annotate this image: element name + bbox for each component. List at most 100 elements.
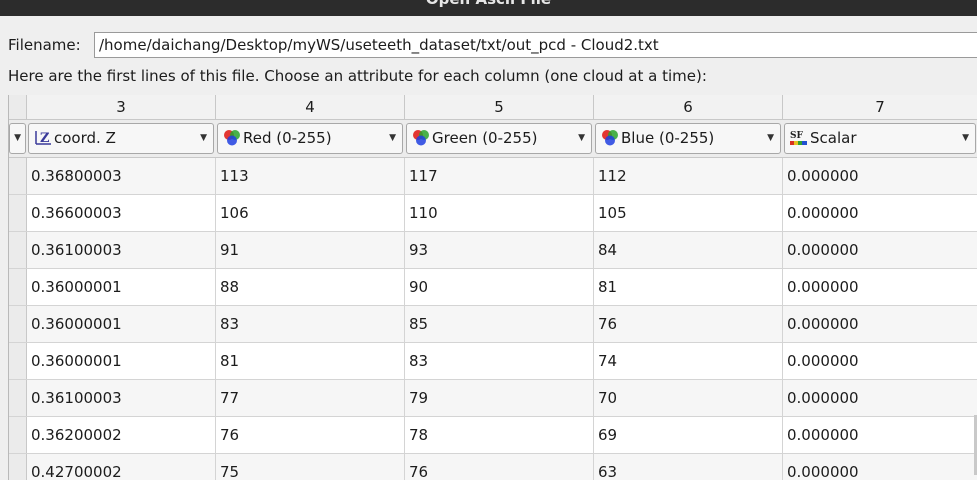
filename-field[interactable]: /home/daichang/Desktop/myWS/useteeth_dat… (94, 32, 977, 58)
table-cell: 70 (594, 380, 783, 416)
column-number-header: 34567 (9, 95, 977, 120)
table-cell: 76 (594, 306, 783, 342)
row-header (9, 417, 27, 453)
table-cell: 84 (594, 232, 783, 268)
table-cell: 90 (405, 269, 594, 305)
table-cell: 0.000000 (783, 417, 977, 453)
table-row: 0.36100003 91 93 84 0.000000 (9, 232, 977, 269)
table-cell: 0.42700002 (27, 454, 216, 480)
preview-table[interactable]: 34567 ▼ Zcoord. Z ▼ Red (0-255) ▼ Green (0-25… (8, 95, 977, 480)
svg-text:Z: Z (40, 131, 50, 146)
column-type-label: Red (0-255) (243, 129, 332, 147)
column-type-label: Scalar (810, 129, 857, 147)
table-cell: 0.36800003 (27, 158, 216, 194)
table-cell: 0.000000 (783, 343, 977, 379)
table-cell: 0.36000001 (27, 343, 216, 379)
table-cell: 88 (216, 269, 405, 305)
column-type-label: Green (0-255) (432, 129, 538, 147)
table-row: 0.36100003 77 79 70 0.000000 (9, 380, 977, 417)
column-type-select[interactable]: Red (0-255) ▼ (217, 123, 403, 154)
table-cell: 113 (216, 158, 405, 194)
column-type-select[interactable]: Green (0-255) ▼ (406, 123, 592, 154)
filename-label: Filename: (8, 36, 81, 54)
column-type-row: ▼ Zcoord. Z ▼ Red (0-255) ▼ Green (0-255) ▼ Blu… (9, 120, 977, 158)
column-type-select[interactable]: Blue (0-255) ▼ (595, 123, 781, 154)
rgb-color-icon (411, 128, 431, 146)
table-row: 0.36800003 113 117 112 0.000000 (9, 158, 977, 195)
table-cell: 112 (594, 158, 783, 194)
table-cell: 0.36100003 (27, 380, 216, 416)
table-cell: 110 (405, 195, 594, 231)
table-cell: 0.000000 (783, 269, 977, 305)
table-cell: 83 (405, 343, 594, 379)
table-cell: 91 (216, 232, 405, 268)
svg-text:SF: SF (790, 131, 803, 141)
table-cell: 83 (216, 306, 405, 342)
column-type-label: Blue (0-255) (621, 129, 715, 147)
table-cell: 79 (405, 380, 594, 416)
table-cell: 0.000000 (783, 454, 977, 480)
chevron-down-icon: ▼ (767, 133, 774, 143)
chevron-down-icon: ▼ (389, 133, 396, 143)
column-number-7: 7 (783, 95, 977, 119)
row-header (9, 232, 27, 268)
table-cell: 0.36600003 (27, 195, 216, 231)
table-cell: 0.000000 (783, 158, 977, 194)
chevron-down-icon: ▼ (200, 133, 207, 143)
table-cell: 63 (594, 454, 783, 480)
filename-row: Filename: /home/daichang/Desktop/myWS/us… (8, 32, 977, 60)
table-cell: 0.36000001 (27, 306, 216, 342)
table-row: 0.36600003 106 110 105 0.000000 (9, 195, 977, 232)
window-title: Open Ascii File (0, 0, 977, 8)
header-corner (9, 95, 27, 119)
chevron-down-icon: ▼ (14, 133, 21, 143)
table-cell: 77 (216, 380, 405, 416)
table-cell: 0.000000 (783, 232, 977, 268)
chevron-down-icon: ▼ (962, 133, 969, 143)
table-cell: 81 (594, 269, 783, 305)
scalar-field-icon: SF (789, 128, 809, 146)
table-cell: 85 (405, 306, 594, 342)
table-cell: 0.000000 (783, 306, 977, 342)
table-cell: 76 (216, 417, 405, 453)
table-cell: 93 (405, 232, 594, 268)
column-type-select[interactable]: SF Scalar ▼ (784, 123, 976, 154)
chevron-down-icon: ▼ (578, 133, 585, 143)
table-cell: 0.000000 (783, 380, 977, 416)
column-number-5: 5 (405, 95, 594, 119)
table-cell: 105 (594, 195, 783, 231)
row-header-dropdown[interactable]: ▼ (9, 123, 26, 154)
column-type-select[interactable]: Zcoord. Z ▼ (28, 123, 214, 154)
table-cell: 0.36200002 (27, 417, 216, 453)
table-cell: 78 (405, 417, 594, 453)
table-cell: 117 (405, 158, 594, 194)
table-cell: 75 (216, 454, 405, 480)
table-cell: 76 (405, 454, 594, 480)
table-cell: 81 (216, 343, 405, 379)
row-header (9, 380, 27, 416)
rgb-color-icon (600, 128, 620, 146)
table-cell: 69 (594, 417, 783, 453)
instructions-text: Here are the first lines of this file. C… (8, 67, 707, 85)
table-row: 0.36000001 83 85 76 0.000000 (9, 306, 977, 343)
coord-z-icon: Z (33, 128, 53, 146)
row-header (9, 195, 27, 231)
row-header (9, 158, 27, 194)
table-cell: 74 (594, 343, 783, 379)
table-cell: 0.36000001 (27, 269, 216, 305)
table-cell: 106 (216, 195, 405, 231)
table-row: 0.36200002 76 78 69 0.000000 (9, 417, 977, 454)
table-row: 0.42700002 75 76 63 0.000000 (9, 454, 977, 480)
row-header (9, 454, 27, 480)
table-row: 0.36000001 88 90 81 0.000000 (9, 269, 977, 306)
row-header (9, 269, 27, 305)
row-header (9, 343, 27, 379)
column-number-6: 6 (594, 95, 783, 119)
rgb-color-icon (222, 128, 242, 146)
row-header (9, 306, 27, 342)
column-number-4: 4 (216, 95, 405, 119)
column-number-3: 3 (27, 95, 216, 119)
table-row: 0.36000001 81 83 74 0.000000 (9, 343, 977, 380)
column-type-label: coord. Z (54, 129, 116, 147)
table-cell: 0.36100003 (27, 232, 216, 268)
